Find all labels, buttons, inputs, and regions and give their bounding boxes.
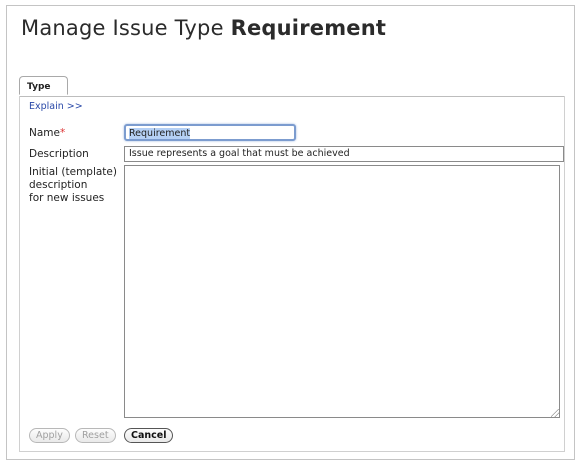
explain-link[interactable]: Explain >>	[29, 101, 83, 112]
required-mark: *	[59, 127, 66, 139]
resize-grip-icon[interactable]	[551, 409, 559, 417]
reset-button[interactable]: Reset	[75, 428, 116, 443]
apply-button[interactable]: Apply	[29, 428, 70, 443]
template-label: Initial (template) description for new i…	[29, 166, 117, 205]
name-label-text: Name	[29, 127, 60, 139]
tab-type[interactable]: Type	[19, 76, 68, 95]
name-field[interactable]: Requirement	[124, 124, 296, 141]
cancel-button[interactable]: Cancel	[124, 428, 174, 443]
page-title: Manage Issue Type Requirement	[21, 16, 386, 40]
template-label-line-3: for new issues	[29, 192, 105, 204]
template-label-line-2: description	[29, 179, 88, 191]
name-label: Name*	[29, 127, 65, 140]
template-description-textarea[interactable]	[124, 165, 560, 418]
tab-bar: Type	[19, 76, 564, 97]
title-issue-type-name: Requirement	[230, 16, 387, 40]
description-field[interactable]: Issue represents a goal that must be ach…	[124, 146, 564, 162]
name-field-value: Requirement	[129, 128, 191, 139]
template-label-line-1: Initial (template)	[29, 166, 117, 178]
title-prefix: Manage Issue Type	[21, 16, 224, 40]
description-label: Description	[29, 148, 89, 160]
